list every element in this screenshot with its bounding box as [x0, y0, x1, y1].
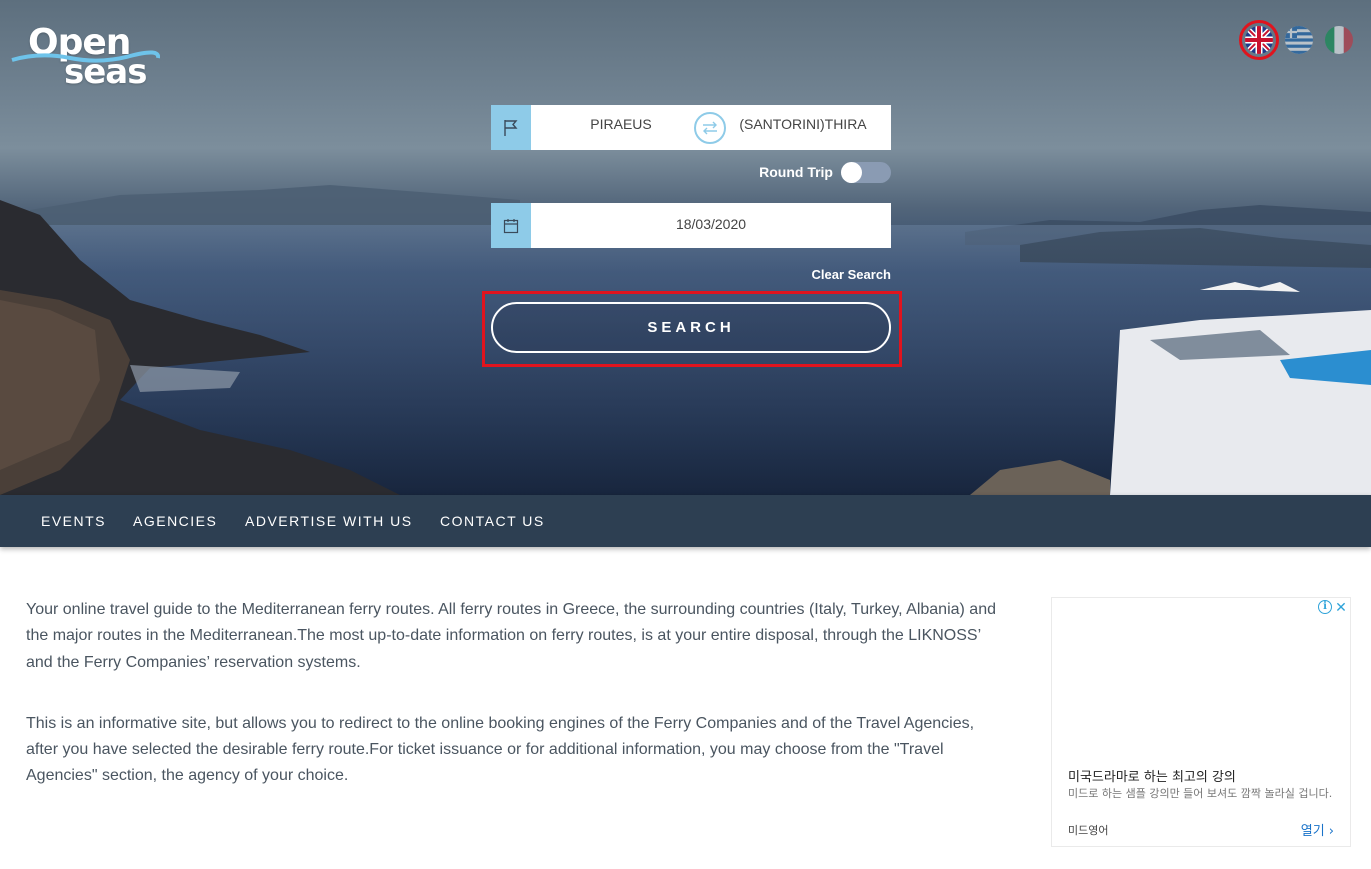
swap-ports-button[interactable] — [694, 112, 726, 144]
departure-date-field[interactable]: 18/03/2020 — [531, 203, 891, 248]
flag-icon — [491, 105, 531, 150]
uk-flag-icon[interactable] — [1245, 26, 1273, 54]
ad-open-button[interactable]: 열기 › — [1301, 820, 1334, 839]
calendar-icon — [491, 203, 531, 248]
italy-flag-icon[interactable] — [1325, 26, 1353, 54]
swap-icon — [703, 121, 717, 135]
language-selector — [1231, 20, 1371, 62]
ad-source: 미드영어 — [1068, 824, 1109, 837]
ad-info-icon[interactable]: i — [1318, 600, 1332, 614]
nav-item-events[interactable]: EVENTS — [41, 495, 106, 547]
route-selector: PIRAEUS (SANTORINI)THIRA — [491, 105, 891, 150]
round-trip-control: Round Trip — [740, 160, 891, 184]
nav-item-contact[interactable]: CONTACT US — [440, 495, 545, 547]
greece-flag-icon[interactable] — [1285, 26, 1313, 54]
round-trip-label: Round Trip — [759, 164, 833, 180]
intro-text: Your online travel guide to the Mediterr… — [26, 597, 1001, 825]
departure-port-field[interactable]: PIRAEUS — [531, 105, 711, 150]
toggle-knob — [841, 162, 862, 183]
ad-description: 미드로 하는 샘플 강의만 들어 보셔도 깜짝 놀라실 겁니다. — [1068, 787, 1333, 800]
intro-paragraph-1: Your online travel guide to the Mediterr… — [26, 601, 996, 671]
nav-item-agencies[interactable]: AGENCIES — [133, 495, 217, 547]
ad-title[interactable]: 미국드라마로 하는 최고의 강의 — [1068, 766, 1236, 785]
main-navigation: EVENTS AGENCIES ADVERTISE WITH US CONTAC… — [0, 495, 1371, 547]
openseas-logo[interactable]: Open seas — [10, 22, 160, 92]
intro-paragraph-2: This is an informative site, but allows … — [26, 714, 975, 785]
ad-controls: i ✕ — [1318, 600, 1348, 614]
search-button[interactable]: SEARCH — [491, 302, 891, 353]
arrival-port-field[interactable]: (SANTORINI)THIRA — [723, 105, 883, 150]
nav-item-advertise[interactable]: ADVERTISE WITH US — [245, 495, 413, 547]
date-selector: 18/03/2020 — [491, 203, 891, 248]
logo-text-seas: seas — [64, 52, 147, 92]
ad-open-label: 열기 — [1300, 824, 1325, 839]
advertisement[interactable]: i ✕ 미국드라마로 하는 최고의 강의 미드로 하는 샘플 강의만 들어 보셔… — [1051, 597, 1351, 847]
clear-search-link[interactable]: Clear Search — [760, 267, 892, 282]
round-trip-toggle[interactable] — [841, 162, 891, 183]
hero-banner: Open seas PIRAEUS (SANTORINI)THIRA Round… — [0, 0, 1371, 495]
chevron-right-icon: › — [1328, 824, 1334, 839]
ad-close-icon[interactable]: ✕ — [1334, 600, 1348, 614]
